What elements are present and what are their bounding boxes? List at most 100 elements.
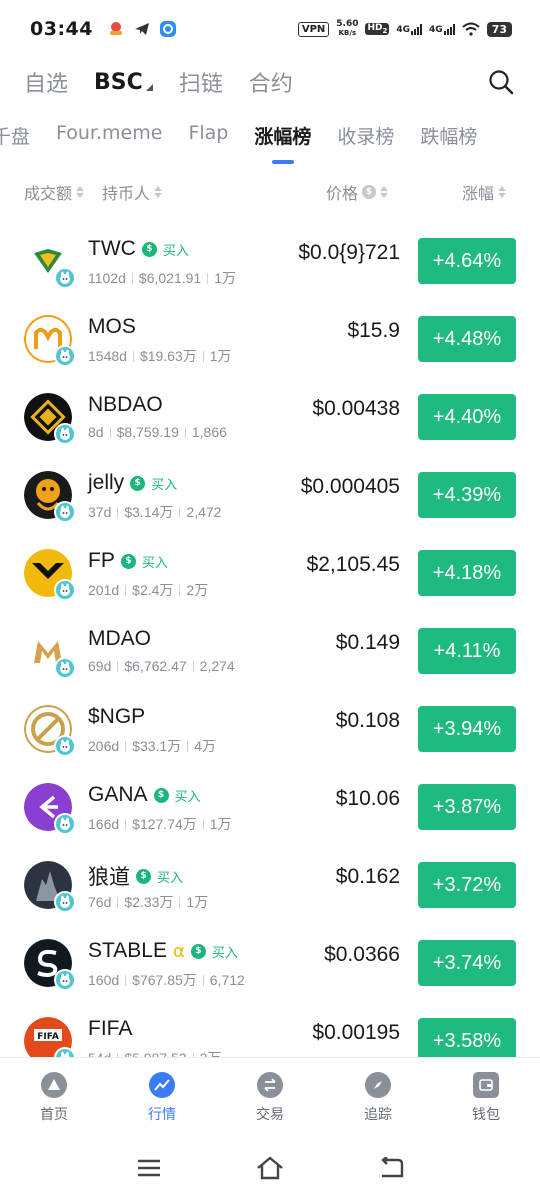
divider bbox=[202, 818, 204, 830]
sort-price[interactable]: 价格 $ bbox=[326, 180, 389, 204]
menu-icon[interactable] bbox=[136, 1158, 162, 1178]
token-row[interactable]: GANA $ 买入 166d $127.74万 1万 $10.06 +3.87% bbox=[0, 767, 540, 845]
token-holders: 6,712 bbox=[209, 972, 245, 988]
token-price: $15.9 bbox=[347, 319, 400, 342]
token-logo bbox=[24, 471, 76, 523]
token-holders: 2万 bbox=[200, 1048, 222, 1057]
nav-watchlist[interactable]: 自选 bbox=[24, 66, 68, 98]
tab-flap[interactable]: Flap bbox=[188, 122, 228, 144]
nav-scan-chain[interactable]: 扫链 bbox=[179, 66, 223, 98]
buy-tag[interactable]: 买入 bbox=[142, 552, 168, 571]
token-logo bbox=[24, 393, 76, 445]
token-row[interactable]: jelly $ 买入 37d $3.14万 2,472 $0.000405 +4.… bbox=[0, 455, 540, 533]
token-row[interactable]: FP $ 买入 201d $2.4万 2万 $2,105.45 +4.18% bbox=[0, 533, 540, 611]
holders-header-label: 持币人 bbox=[102, 184, 151, 203]
change-percent-badge[interactable]: +3.58% bbox=[418, 1018, 516, 1057]
tab-listed[interactable]: 收录榜 bbox=[337, 122, 394, 149]
token-name: STABLE bbox=[88, 939, 167, 962]
token-logo bbox=[24, 549, 76, 601]
money-bag-icon: $ bbox=[190, 943, 206, 959]
buy-tag[interactable]: 买入 bbox=[212, 942, 238, 961]
tab-four-meme[interactable]: Four.meme bbox=[56, 122, 162, 144]
token-row[interactable]: MOS 1548d $19.63万 1万 $15.9 +4.48% bbox=[0, 299, 540, 377]
sort-holders[interactable]: 持币人 bbox=[102, 180, 163, 204]
nav-market[interactable]: 行情 bbox=[108, 1058, 216, 1137]
pancakeswap-badge-icon bbox=[54, 501, 76, 523]
token-row[interactable]: NBDAO 8d $8,759.19 1,866 $0.00438 +4.40% bbox=[0, 377, 540, 455]
home-system-icon[interactable] bbox=[255, 1156, 285, 1180]
change-percent-badge[interactable]: +4.48% bbox=[418, 316, 516, 362]
money-bag-icon: $ bbox=[120, 553, 136, 569]
token-row[interactable]: MDAO 69d $6,762.47 2,274 $0.149 +4.11% bbox=[0, 611, 540, 689]
tab-losers[interactable]: 跌幅榜 bbox=[420, 122, 477, 149]
buy-tag[interactable]: 买入 bbox=[175, 786, 201, 805]
wifi-icon bbox=[462, 22, 480, 36]
token-row[interactable]: 狼道 $ 买入 76d $2.33万 1万 $0.162 +3.72% bbox=[0, 845, 540, 923]
token-list: TWC $ 买入 1102d $6,021.91 1万 $0.0{9}721 +4… bbox=[0, 221, 540, 1057]
sort-icon bbox=[76, 186, 85, 198]
net1-label: 4G bbox=[396, 24, 411, 35]
nav-track[interactable]: 追踪 bbox=[324, 1058, 432, 1137]
search-icon bbox=[489, 70, 514, 95]
buy-tag[interactable]: 买入 bbox=[163, 240, 189, 259]
token-name: 狼道 bbox=[88, 866, 130, 889]
nav-home[interactable]: 首页 bbox=[0, 1058, 108, 1137]
buy-tag[interactable]: 买入 bbox=[151, 474, 177, 493]
sort-icon bbox=[154, 186, 163, 198]
search-button[interactable] bbox=[486, 67, 516, 97]
token-name: FIFA bbox=[88, 1017, 133, 1040]
token-meta: 160d $767.85万 6,712 bbox=[88, 970, 245, 990]
nav-trade-label: 交易 bbox=[256, 1107, 284, 1123]
sort-volume[interactable]: 成交额 bbox=[24, 180, 85, 204]
change-percent-badge[interactable]: +3.94% bbox=[418, 706, 516, 752]
token-row[interactable]: STABLE α $ 买入 160d $767.85万 6,712 $0.0366 … bbox=[0, 923, 540, 1001]
token-meta: 69d $6,762.47 2,274 bbox=[88, 658, 235, 674]
home-icon bbox=[41, 1072, 67, 1098]
change-percent-badge[interactable]: +3.72% bbox=[418, 862, 516, 908]
change-percent-badge[interactable]: +4.11% bbox=[418, 628, 516, 674]
status-right: VPN 5.60 KB/s HD2 4G 4G 73 bbox=[297, 19, 512, 38]
pancakeswap-badge-icon bbox=[54, 735, 76, 757]
speed-value: 5.60 bbox=[336, 19, 359, 29]
signal-2: 4G bbox=[429, 23, 455, 35]
token-price: $0.149 bbox=[335, 631, 400, 654]
token-name-line: FIFA bbox=[88, 1017, 132, 1041]
hd-indicator: HD2 bbox=[365, 23, 390, 35]
change-percent-badge[interactable]: +3.87% bbox=[418, 784, 516, 830]
nav-contract[interactable]: 合约 bbox=[249, 66, 293, 98]
token-holders: 2,274 bbox=[199, 658, 235, 674]
divider bbox=[125, 740, 127, 752]
nav-trade[interactable]: 交易 bbox=[216, 1058, 324, 1137]
change-percent-badge[interactable]: +3.74% bbox=[418, 940, 516, 986]
tab-partial[interactable]: 千盘 bbox=[0, 122, 30, 149]
change-percent-badge[interactable]: +4.39% bbox=[418, 472, 516, 518]
change-percent-badge[interactable]: +4.40% bbox=[418, 394, 516, 440]
back-icon[interactable] bbox=[378, 1157, 404, 1179]
token-price: $0.0366 bbox=[324, 943, 400, 966]
wallet-icon bbox=[473, 1072, 499, 1098]
buy-tag[interactable]: 买入 bbox=[157, 867, 183, 886]
token-meta: 1548d $19.63万 1万 bbox=[88, 346, 232, 366]
token-row[interactable]: TWC $ 买入 1102d $6,021.91 1万 $0.0{9}721 +4… bbox=[0, 221, 540, 299]
nav-wallet[interactable]: 钱包 bbox=[432, 1058, 540, 1137]
notification-icons bbox=[107, 20, 177, 38]
token-age: 37d bbox=[88, 504, 112, 520]
change-percent-badge[interactable]: +4.64% bbox=[418, 238, 516, 284]
token-logo bbox=[24, 783, 76, 835]
token-row[interactable]: $NGP 206d $33.1万 4万 $0.108 +3.94% bbox=[0, 689, 540, 767]
sort-change[interactable]: 涨幅 bbox=[462, 180, 507, 204]
token-row[interactable]: FIFA FIFA 54d $5,987.53 2万 $0.00195 +3.5… bbox=[0, 1001, 540, 1057]
tab-gainers[interactable]: 涨幅榜 bbox=[254, 122, 311, 149]
divider bbox=[179, 584, 181, 596]
status-bar: 03:44 VPN 5.60 KB/s HD2 4G 4G 73 bbox=[0, 0, 540, 58]
change-percent-badge[interactable]: +4.18% bbox=[418, 550, 516, 596]
divider bbox=[125, 974, 127, 986]
divider bbox=[125, 584, 127, 596]
money-bag-icon: $ bbox=[136, 868, 151, 884]
nav-bsc-chain-selector[interactable]: BSC bbox=[94, 70, 153, 95]
change-header-label: 涨幅 bbox=[462, 184, 495, 203]
nav-wallet-label: 钱包 bbox=[472, 1107, 500, 1123]
currency-icon[interactable]: $ bbox=[362, 185, 377, 199]
token-meta: 1102d $6,021.91 1万 bbox=[88, 268, 236, 288]
divider bbox=[109, 426, 111, 438]
